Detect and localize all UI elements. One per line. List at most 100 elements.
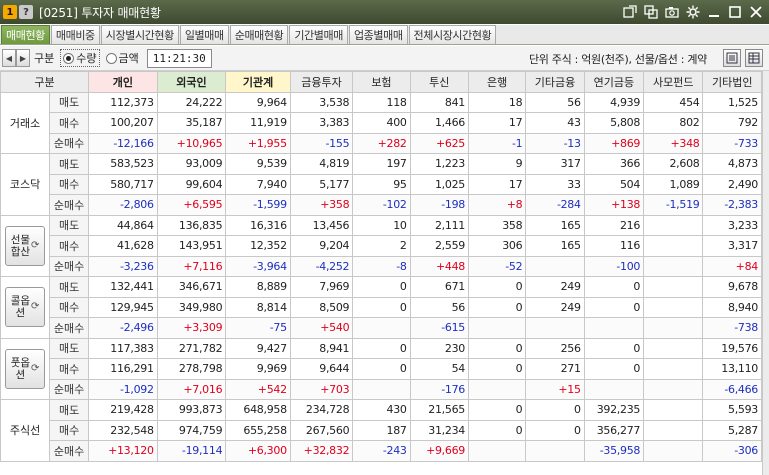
column-header-0[interactable]: 구분 xyxy=(0,71,90,93)
copy-window-icon[interactable] xyxy=(642,3,660,21)
column-header-11[interactable]: 기타법인 xyxy=(702,71,762,93)
cell-5-0-10: 5,593 xyxy=(702,399,762,421)
list-view-icon[interactable] xyxy=(723,49,741,67)
cell-1-1-0: 580,717 xyxy=(88,173,158,195)
cell-5-1-0: 232,548 xyxy=(88,419,158,441)
tab-0[interactable]: 매매현황 xyxy=(1,25,50,44)
row-kind-label: 매도 xyxy=(49,153,90,175)
prev-arrow-button[interactable]: ◀ xyxy=(2,49,16,67)
radio-quantity-label: 수량 xyxy=(76,52,97,65)
cell-5-2-6 xyxy=(467,440,527,462)
link-icon[interactable] xyxy=(621,3,639,21)
table-row: 순매수 -2,496 +3,309 -75 +540 -615 -738 xyxy=(1,317,762,339)
cell-4-1-0: 116,291 xyxy=(88,358,158,380)
cell-5-2-0: +13,120 xyxy=(88,440,158,462)
cell-3-2-0: -2,496 xyxy=(88,317,158,339)
cell-5-2-7 xyxy=(525,440,585,462)
radio-dot-selected[interactable] xyxy=(63,52,75,64)
grid-view-icon[interactable] xyxy=(745,49,763,67)
table-row: 순매수 +13,120 -19,114 +6,300 +32,832 -243 +9,669… xyxy=(1,440,762,462)
cell-3-0-6: 0 xyxy=(467,276,527,298)
row-kind-label: 매도 xyxy=(49,399,90,421)
cell-5-2-10: -306 xyxy=(702,440,762,462)
group-label-text: 선물 합산 xyxy=(10,233,31,258)
cell-0-1-10: 792 xyxy=(702,112,762,134)
cell-1-0-8: 366 xyxy=(583,153,645,175)
minimize-icon[interactable] xyxy=(705,3,723,21)
cell-0-0-2: 9,964 xyxy=(225,91,291,113)
cell-5-1-1: 974,759 xyxy=(156,419,227,441)
column-header-4[interactable]: 금융투자 xyxy=(289,71,354,93)
cell-3-0-9 xyxy=(643,276,704,298)
row-kind-label: 매도 xyxy=(49,214,90,236)
cell-1-0-10: 4,873 xyxy=(702,153,762,175)
cell-0-0-1: 24,222 xyxy=(156,91,227,113)
group-label-2[interactable]: 선물 합산 ⟳ xyxy=(0,214,51,277)
row-kind-label: 순매수 xyxy=(49,194,90,216)
group-label-4[interactable]: 풋옵 션 ⟳ xyxy=(0,337,51,400)
column-header-3[interactable]: 기관계 xyxy=(225,71,291,93)
cell-4-0-8: 0 xyxy=(583,337,645,359)
cell-1-0-4: 197 xyxy=(352,153,411,175)
cell-5-0-0: 219,428 xyxy=(88,399,158,421)
cell-1-1-4: 95 xyxy=(352,173,411,195)
column-header-5[interactable]: 보험 xyxy=(352,71,411,93)
gear-icon[interactable] xyxy=(684,3,702,21)
cell-2-0-1: 136,835 xyxy=(156,214,227,236)
cell-1-2-6: +8 xyxy=(467,194,527,216)
column-header-10[interactable]: 사모펀드 xyxy=(643,71,704,93)
camera-icon[interactable] xyxy=(663,3,681,21)
cell-3-1-9 xyxy=(643,296,704,318)
group-label-text: 콜옵 션 xyxy=(10,295,31,320)
radio-dot[interactable] xyxy=(105,52,117,64)
cell-3-0-7: 249 xyxy=(525,276,585,298)
column-header-2[interactable]: 외국인 xyxy=(156,71,227,93)
cell-0-1-1: 35,187 xyxy=(156,112,227,134)
column-header-6[interactable]: 투신 xyxy=(409,71,469,93)
cell-4-2-3: +703 xyxy=(289,378,354,400)
cell-0-0-10: 1,525 xyxy=(702,91,762,113)
cell-3-2-1: +3,309 xyxy=(156,317,227,339)
column-header-1[interactable]: 개인 xyxy=(88,71,158,93)
group-label-3[interactable]: 콜옵 션 ⟳ xyxy=(0,276,51,339)
tab-4[interactable]: 순매매현황 xyxy=(229,25,289,44)
cell-0-2-0: -12,166 xyxy=(88,132,158,154)
maximize-icon[interactable] xyxy=(726,3,744,21)
cell-4-0-5: 230 xyxy=(409,337,469,359)
table-row: 매수 41,628 143,951 12,352 9,204 2 2,559 306 165 11… xyxy=(1,235,762,257)
cell-0-2-3: -155 xyxy=(289,132,354,154)
cell-2-1-5: 2,559 xyxy=(409,235,469,257)
time-input[interactable]: 11:21:30 xyxy=(146,48,212,68)
group-toggle-button[interactable]: 콜옵 션 ⟳ xyxy=(5,287,46,328)
cell-5-2-4: -243 xyxy=(352,440,411,462)
radio-amount[interactable]: 금액 xyxy=(105,50,139,66)
tab-5[interactable]: 기간별매매 xyxy=(289,25,348,44)
tab-1[interactable]: 매매비중 xyxy=(50,25,100,44)
column-header-9[interactable]: 연기금등 xyxy=(583,71,645,93)
help-icon[interactable]: ? xyxy=(19,5,33,19)
cell-1-2-0: -2,806 xyxy=(88,194,158,216)
cell-2-0-10: 3,233 xyxy=(702,214,762,236)
column-header-7[interactable]: 은행 xyxy=(467,71,527,93)
cell-4-1-1: 278,798 xyxy=(156,358,227,380)
cell-5-2-2: +6,300 xyxy=(225,440,291,462)
cell-1-0-0: 583,523 xyxy=(88,153,158,175)
group-toggle-button[interactable]: 선물 합산 ⟳ xyxy=(5,225,46,266)
close-icon[interactable] xyxy=(747,3,765,21)
tab-2[interactable]: 시장별시간현황 xyxy=(100,25,179,44)
cell-1-1-1: 99,604 xyxy=(156,173,227,195)
screen-number-badge[interactable]: 1 xyxy=(3,5,17,19)
cell-2-1-7: 165 xyxy=(525,235,585,257)
cell-1-0-7: 317 xyxy=(525,153,585,175)
group-toggle-button[interactable]: 풋옵 션 ⟳ xyxy=(5,348,46,389)
radio-quantity[interactable]: 수량 xyxy=(60,49,100,67)
next-arrow-button[interactable]: ▶ xyxy=(16,49,30,67)
vertical-scrollbar[interactable] xyxy=(762,71,769,475)
cell-3-1-1: 349,980 xyxy=(156,296,227,318)
cell-3-0-10: 9,678 xyxy=(702,276,762,298)
column-header-8[interactable]: 기타금융 xyxy=(525,71,585,93)
tab-3[interactable]: 일별매매 xyxy=(179,25,229,44)
cell-3-2-9 xyxy=(643,317,704,339)
tab-7[interactable]: 전체시장시간현황 xyxy=(408,25,497,44)
tab-6[interactable]: 업종별매매 xyxy=(348,25,408,44)
